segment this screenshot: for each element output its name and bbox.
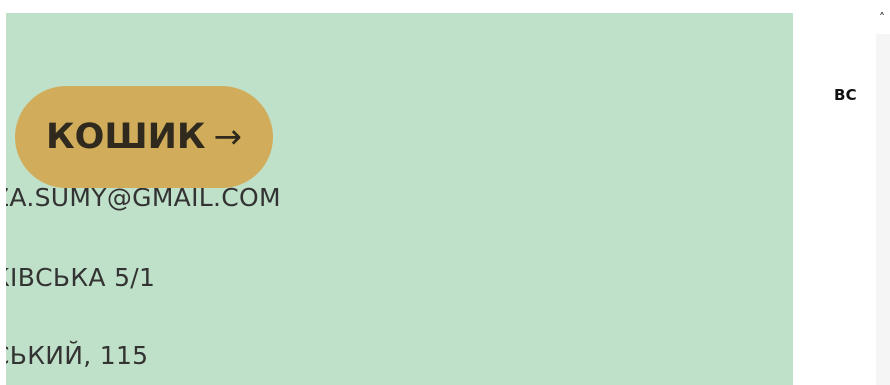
contact-phone: 5 xyxy=(6,99,8,128)
page: 5 ZA.SUMY@GMAIL.COM КІВСЬКА 5/1 СЬКИЙ, 1… xyxy=(0,0,890,385)
scroll-up-icon[interactable]: ˄ xyxy=(879,12,889,24)
cart-button[interactable]: КОШИК → xyxy=(15,86,273,188)
cart-button-label: КОШИК xyxy=(46,117,206,157)
contact-panel: 5 ZA.SUMY@GMAIL.COM КІВСЬКА 5/1 СЬКИЙ, 1… xyxy=(6,13,793,385)
contact-address-line-1: КІВСЬКА 5/1 xyxy=(6,263,156,292)
scroll-track[interactable] xyxy=(876,34,890,385)
side-tab-label[interactable]: ВС xyxy=(834,86,857,104)
arrow-right-icon: → xyxy=(213,117,243,157)
contact-address-line-2: СЬКИЙ, 115 xyxy=(6,341,149,370)
